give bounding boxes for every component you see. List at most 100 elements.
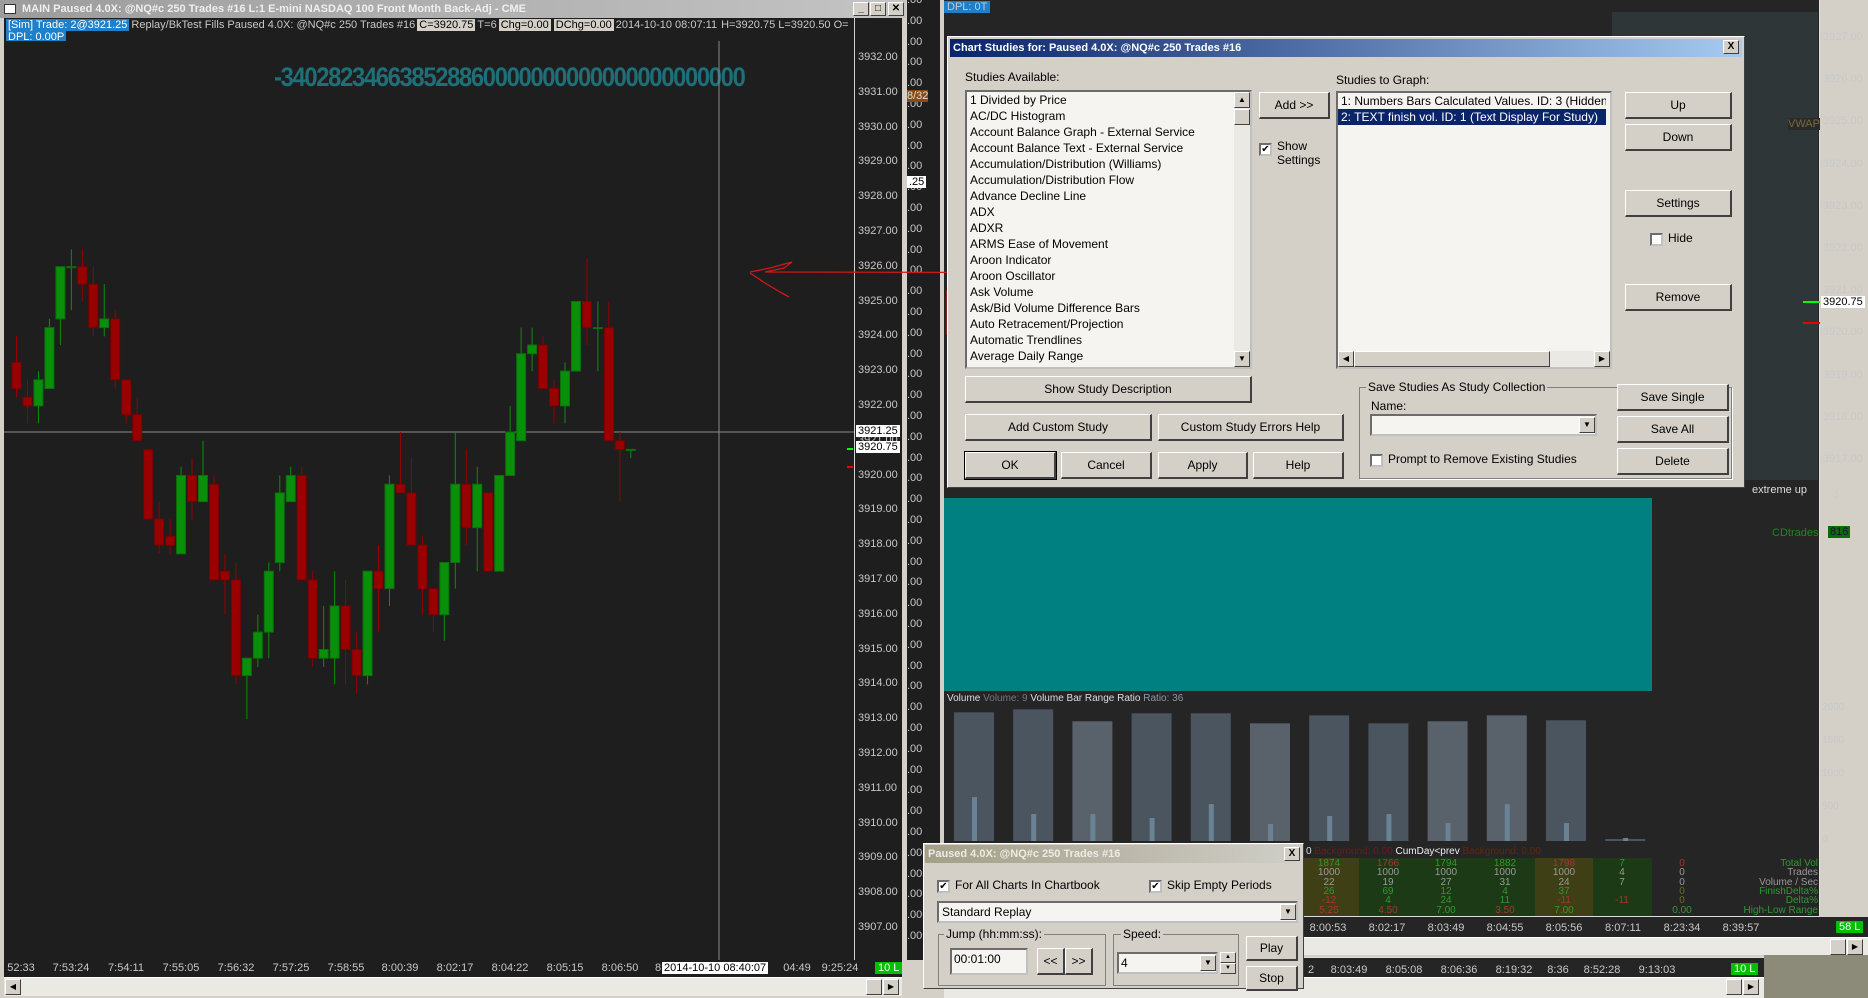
stop-button[interactable]: Stop [1246, 966, 1298, 991]
candle-body [110, 318, 121, 381]
main-horizontal-scrollbar[interactable]: ◀ ▶ [4, 977, 902, 996]
remove-button[interactable]: Remove [1625, 284, 1732, 311]
volume-study-value: Volume: 9 [983, 693, 1028, 704]
jump-input[interactable]: 00:01:00 [950, 948, 1028, 975]
save-all-button[interactable]: Save All [1617, 416, 1729, 443]
jump-forward-button[interactable]: >> [1065, 948, 1093, 975]
chevron-down-icon[interactable]: ▼ [1200, 955, 1216, 971]
show-settings-checkbox[interactable]: ✔ [1259, 143, 1272, 156]
time-tick-label: 8:06:36 [1440, 964, 1478, 976]
study-list-item[interactable]: ADX [967, 204, 1250, 220]
study-list-item[interactable]: Aroon Indicator [967, 252, 1250, 268]
list-hscrollbar[interactable]: ◀ ▶ [1338, 351, 1610, 367]
study-list-item[interactable]: Accumulation/Distribution (Williams) [967, 156, 1250, 172]
speed-down-button[interactable]: ▼ [1220, 963, 1236, 974]
price-tick-label: .00 [907, 77, 923, 90]
cdtrades-value: 816 [1828, 526, 1851, 538]
scroll-right-button[interactable]: ▶ [1847, 939, 1863, 955]
studies-available-list[interactable]: 1 Divided by Price AC/DC Histogram Account… [965, 90, 1252, 369]
add-study-button[interactable]: Add >> [1259, 92, 1330, 119]
table-cell: 1000 [1317, 867, 1341, 879]
dialog-title-bar[interactable]: Chart Studies for: Paused 4.0X: @NQ#c 25… [950, 39, 1742, 57]
scroll-right-button[interactable]: ▶ [883, 979, 899, 995]
scroll-right-button[interactable]: ▶ [1594, 351, 1610, 367]
price-tick-label: .00 [907, 534, 923, 547]
collection-name-combobox[interactable]: ▼ [1370, 414, 1597, 436]
ok-button[interactable]: OK [964, 451, 1057, 480]
time-tick-label: 8:36 [1547, 964, 1569, 976]
study-list-item[interactable]: Account Balance Graph - External Service [967, 124, 1250, 140]
study-list-item[interactable]: Advance Decline Line [967, 188, 1250, 204]
study-list-item[interactable]: ARMS Ease of Movement [967, 236, 1250, 252]
lower-right-panel [1764, 955, 1868, 998]
jump-back-button[interactable]: << [1037, 948, 1065, 975]
scroll-thumb[interactable] [866, 979, 882, 995]
apply-button[interactable]: Apply [1158, 452, 1248, 479]
price-tick-label: .00 [907, 618, 923, 630]
scroll-up-button[interactable]: ▲ [1234, 92, 1250, 108]
table-row-label: High-Low Range [1743, 904, 1819, 916]
skip-empty-checkbox[interactable]: ✔ [1149, 880, 1162, 893]
scroll-thumb[interactable] [1354, 351, 1550, 367]
replay-close-button[interactable]: X [1284, 847, 1300, 861]
replay-title-bar[interactable]: Paused 4.0X: @NQ#c 250 Trades #16 [925, 845, 1302, 863]
replay-mode-select[interactable]: Standard Replay ▼ [937, 901, 1298, 923]
speed-label: Speed: [1121, 927, 1164, 941]
price-tick-label: .00 [907, 35, 923, 48]
study-list-item[interactable]: ADXR [967, 220, 1250, 236]
scroll-thumb[interactable] [1830, 939, 1846, 955]
candle-body [307, 579, 318, 659]
study-list-item[interactable]: 1 Divided by Price [967, 92, 1250, 108]
time-tick-label: 8:00:53 [1309, 922, 1347, 934]
help-button[interactable]: Help [1253, 452, 1344, 479]
prompt-remove-checkbox[interactable] [1370, 454, 1383, 467]
chevron-down-icon[interactable]: ▼ [1579, 417, 1595, 433]
settings-button[interactable]: Settings [1625, 190, 1732, 217]
study-list-item[interactable]: Ask/Bid Volume Difference Bars [967, 300, 1250, 316]
study-list-item[interactable]: Average True Range [967, 364, 1250, 367]
candle-body [143, 448, 154, 520]
graph-list-item[interactable]: 2: TEXT finish vol. ID: 1 (Text Display … [1338, 109, 1606, 125]
study-list-item[interactable]: Accumulation/Distribution Flow [967, 172, 1250, 188]
move-down-button[interactable]: Down [1625, 124, 1732, 151]
scroll-left-button[interactable]: ◀ [1338, 351, 1354, 367]
price-tick-label: 3927.00 [858, 224, 898, 237]
study-list-item[interactable]: Average Daily Range [967, 348, 1250, 364]
all-charts-checkbox[interactable]: ✔ [937, 880, 950, 893]
scroll-thumb[interactable] [1726, 979, 1742, 995]
replay-mode-value: Standard Replay [942, 905, 1032, 919]
cancel-button[interactable]: Cancel [1061, 452, 1152, 479]
study-list-item[interactable]: Aroon Oscillator [967, 268, 1250, 284]
delete-button[interactable]: Delete [1617, 448, 1729, 475]
save-single-button[interactable]: Save Single [1617, 384, 1729, 411]
candle-body [241, 657, 252, 677]
chevron-down-icon[interactable]: ▼ [1280, 904, 1296, 920]
study-list-item[interactable]: Automatic Trendlines [967, 332, 1250, 348]
scroll-right-button[interactable]: ▶ [1743, 979, 1759, 995]
table-cell: 0.00 [1672, 904, 1692, 916]
scroll-down-button[interactable]: ▼ [1234, 351, 1250, 367]
study-list-item[interactable]: Account Balance Text - External Service [967, 140, 1250, 156]
background-label: Background: 0.00 [1462, 846, 1541, 857]
study-list-item[interactable]: AC/DC Histogram [967, 108, 1250, 124]
scroll-left-button[interactable]: ◀ [5, 979, 21, 995]
study-list-item[interactable]: Ask Volume [967, 284, 1250, 300]
price-tick-label: .00 [907, 285, 923, 298]
custom-study-errors-help-button[interactable]: Custom Study Errors Help [1158, 414, 1344, 441]
add-custom-study-button[interactable]: Add Custom Study [965, 414, 1152, 441]
graph-list-item[interactable]: 1: Numbers Bars Calculated Values. ID: 3… [1338, 93, 1606, 109]
table-cell: 1000 [1376, 867, 1400, 879]
list-scrollbar[interactable]: ▲ ▼ [1234, 92, 1250, 367]
play-button[interactable]: Play [1246, 936, 1298, 961]
hide-checkbox[interactable] [1650, 233, 1663, 246]
speed-select[interactable]: 4 ▼ [1117, 952, 1218, 974]
dialog-close-button[interactable]: X [1723, 40, 1739, 54]
price-tick-label: .00 [907, 410, 923, 422]
studies-to-graph-list[interactable]: 1: Numbers Bars Calculated Values. ID: 3… [1336, 91, 1612, 369]
show-study-description-button[interactable]: Show Study Description [965, 376, 1252, 403]
candle-body [614, 440, 625, 450]
speed-up-button[interactable]: ▲ [1220, 952, 1236, 963]
study-list-item[interactable]: Auto Retracement/Projection [967, 316, 1250, 332]
scroll-thumb[interactable] [1234, 109, 1250, 125]
move-up-button[interactable]: Up [1625, 92, 1732, 119]
